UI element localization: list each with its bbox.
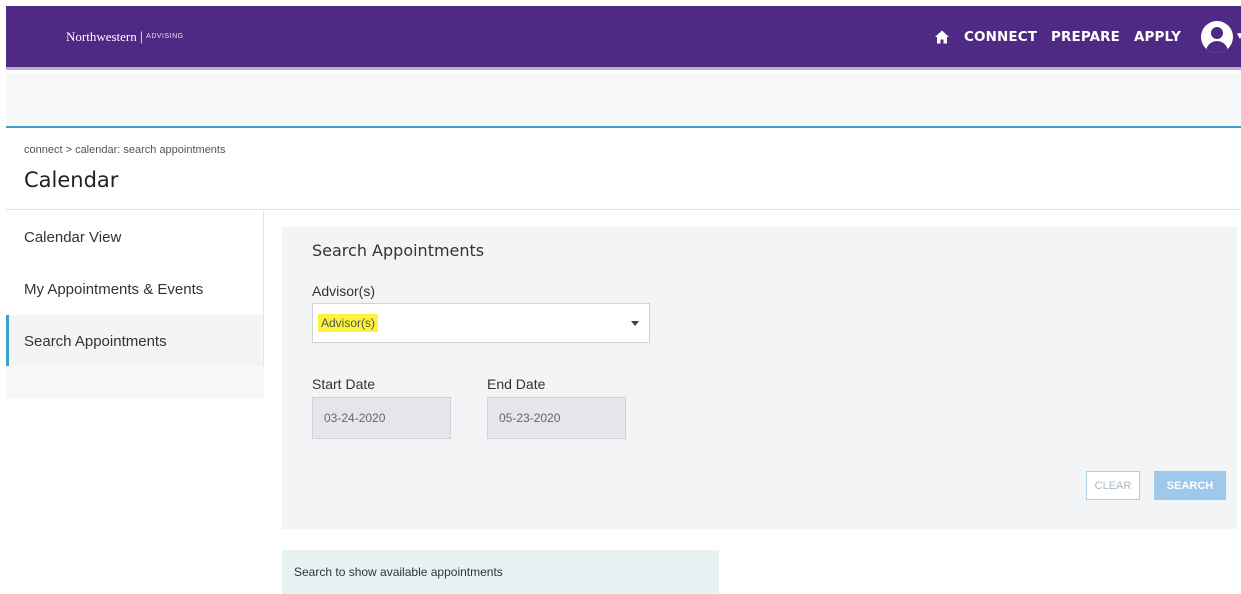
search-results-notice: Search to show available appointments	[282, 550, 719, 594]
nav-prepare[interactable]: PREPARE	[1051, 29, 1120, 45]
advisor-select-placeholder: Advisor(s)	[318, 314, 379, 332]
nav-apply[interactable]: APPLY	[1134, 29, 1181, 45]
advisor-label: Advisor(s)	[312, 283, 376, 299]
nav-connect[interactable]: CONNECT	[964, 29, 1037, 45]
page-header: connect > calendar: search appointments …	[6, 130, 1241, 210]
northwestern-advising-logo[interactable]: Northwestern | ADVISING	[66, 29, 184, 45]
start-date-label: Start Date	[312, 376, 376, 392]
chevron-down-icon[interactable]	[631, 321, 639, 326]
search-appointments-panel: Search Appointments Advisor(s) Advisor(s…	[282, 227, 1237, 529]
sidebar-item-my-appointments[interactable]: My Appointments & Events	[6, 263, 263, 315]
breadcrumb: connect > calendar: search appointments	[24, 144, 226, 156]
advisor-select[interactable]: Advisor(s)	[312, 303, 650, 343]
logo-sub: ADVISING	[146, 33, 184, 40]
sidebar-item-search-appointments[interactable]: Search Appointments	[6, 315, 263, 367]
chevron-down-icon[interactable]: ▼	[1235, 31, 1241, 42]
sub-header-band	[6, 73, 1241, 128]
start-date-input[interactable]: 03-24-2020	[312, 397, 451, 439]
main-nav: CONNECT PREPARE APPLY ▼	[934, 6, 1241, 67]
page-title: Calendar	[24, 168, 119, 192]
panel-title: Search Appointments	[312, 241, 485, 260]
sidebar-item-calendar-view[interactable]: Calendar View	[6, 211, 263, 263]
top-nav-bar: Northwestern | ADVISING CONNECT PREPARE …	[6, 6, 1241, 70]
clear-button[interactable]: CLEAR	[1086, 471, 1140, 500]
end-date-input[interactable]: 05-23-2020	[487, 397, 626, 439]
end-date-label: End Date	[487, 376, 546, 392]
home-icon[interactable]	[934, 29, 950, 45]
logo-separator: |	[139, 29, 144, 44]
sidebar-footer-strip	[6, 366, 264, 398]
user-avatar-icon[interactable]	[1201, 20, 1233, 53]
search-button[interactable]: SEARCH	[1154, 471, 1226, 500]
logo-name: Northwestern	[66, 28, 137, 44]
